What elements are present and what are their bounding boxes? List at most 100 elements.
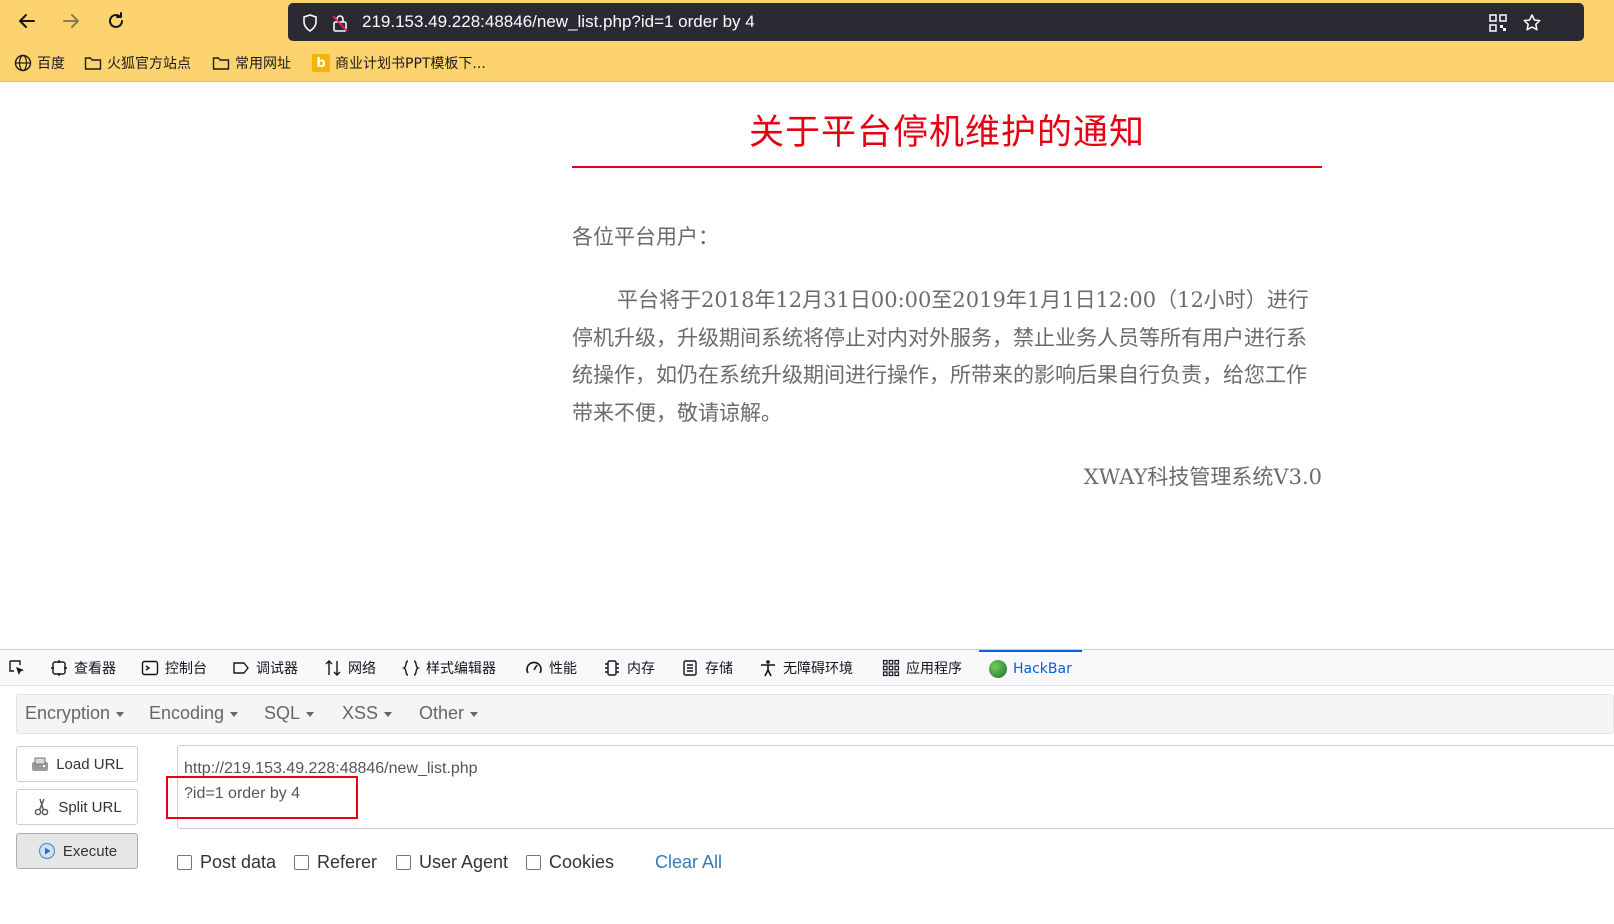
- notice-body: 各位平台用户： 平台将于2018年12月31日00:00至2019年1月1日12…: [572, 222, 1322, 492]
- url-line: ?id=1 order by 4: [184, 785, 301, 802]
- bookmarks-bar: 百度 火狐官方站点 常用网址 b 商业计划书PPT模板下...: [0, 42, 1614, 82]
- forward-button[interactable]: [58, 8, 84, 34]
- caret-down-icon: [470, 711, 479, 717]
- shield-icon[interactable]: [300, 13, 320, 33]
- accessibility-icon: [761, 660, 775, 677]
- clear-all-link[interactable]: Clear All: [655, 852, 722, 873]
- console-icon: [141, 660, 159, 676]
- cookies-option[interactable]: Cookies: [526, 852, 614, 873]
- caret-down-icon: [306, 711, 315, 717]
- tab-label: 控制台: [165, 661, 207, 677]
- memory-icon: [605, 660, 619, 676]
- back-button[interactable]: [14, 8, 40, 34]
- tab-debugger[interactable]: 调试器: [232, 650, 298, 686]
- arrow-right-icon: [63, 14, 79, 28]
- button-label: Split URL: [58, 798, 122, 816]
- tab-hackbar[interactable]: HackBar: [979, 650, 1082, 686]
- page-title: 关于平台停机维护的通知: [748, 113, 1145, 153]
- menu-other[interactable]: Other: [419, 703, 479, 724]
- load-icon: [32, 757, 49, 771]
- title-divider: [572, 166, 1322, 168]
- arrow-left-icon: [19, 14, 35, 28]
- referer-option[interactable]: Referer: [294, 852, 377, 873]
- menu-label: Encryption: [25, 703, 111, 723]
- tab-label: 性能: [549, 661, 577, 677]
- caret-down-icon: [230, 711, 239, 717]
- hackbar-icon: [989, 660, 1007, 678]
- menu-encoding[interactable]: Encoding: [149, 703, 239, 724]
- folder-icon: [84, 57, 102, 70]
- menu-label: XSS: [342, 703, 379, 723]
- tab-network[interactable]: 网络: [324, 650, 376, 686]
- bookmark-ppt-template[interactable]: b 商业计划书PPT模板下...: [312, 52, 486, 74]
- option-label: Referer: [317, 852, 378, 872]
- tab-storage[interactable]: 存储: [681, 650, 733, 686]
- performance-icon: [526, 661, 542, 674]
- tab-performance[interactable]: 性能: [525, 650, 577, 686]
- application-icon: [882, 659, 900, 677]
- qr-code-icon[interactable]: [1488, 13, 1508, 33]
- reload-button[interactable]: [103, 8, 129, 34]
- user-agent-checkbox[interactable]: [396, 855, 411, 870]
- tab-label: 存储: [705, 661, 733, 677]
- scissors-icon: [35, 798, 49, 816]
- split-url-button[interactable]: Split URL: [16, 789, 138, 825]
- caret-down-icon: [116, 711, 125, 717]
- cookies-checkbox[interactable]: [526, 855, 541, 870]
- load-url-button[interactable]: Load URL: [16, 746, 138, 782]
- tab-label: 调试器: [256, 661, 298, 677]
- address-bar[interactable]: 219.153.49.228:48846/new_list.php?id=1 o…: [288, 3, 1584, 41]
- tab-label: 查看器: [74, 661, 116, 677]
- button-label: Load URL: [56, 755, 124, 773]
- folder-icon: [212, 57, 230, 70]
- devtools-panel: 查看器 控制台 调试器 网络 样式编辑器 性能 内存 存储 无障碍环境 应用程序…: [0, 649, 1614, 924]
- tab-label: 样式编辑器: [426, 661, 496, 677]
- caret-down-icon: [384, 711, 393, 717]
- menu-encryption[interactable]: Encryption: [25, 703, 125, 724]
- tab-label: 内存: [627, 661, 655, 677]
- element-picker-button[interactable]: [8, 650, 26, 686]
- url-text[interactable]: 219.153.49.228:48846/new_list.php?id=1 o…: [362, 12, 755, 32]
- greeting: 各位平台用户：: [572, 225, 719, 249]
- bookmark-label: 常用网址: [235, 56, 291, 72]
- tab-label: 无障碍环境: [783, 661, 853, 677]
- tab-style-editor[interactable]: 样式编辑器: [402, 650, 496, 686]
- option-label: User Agent: [419, 852, 509, 872]
- execute-button[interactable]: Execute: [16, 833, 138, 869]
- globe-icon: [14, 54, 32, 72]
- devtools-tabbar: 查看器 控制台 调试器 网络 样式编辑器 性能 内存 存储 无障碍环境 应用程序…: [0, 650, 1614, 686]
- menu-label: Encoding: [149, 703, 225, 723]
- button-label: Execute: [62, 842, 118, 860]
- tab-inspector[interactable]: 查看器: [50, 650, 116, 686]
- tab-application[interactable]: 应用程序: [882, 650, 962, 686]
- menu-sql[interactable]: SQL: [264, 703, 315, 724]
- menu-label: Other: [419, 703, 465, 723]
- style-editor-icon: [402, 660, 420, 676]
- post-data-checkbox[interactable]: [177, 855, 192, 870]
- option-label: Post data: [200, 852, 277, 872]
- tab-accessibility[interactable]: 无障碍环境: [759, 650, 853, 686]
- bookmark-label: 火狐官方站点: [107, 56, 191, 72]
- hackbar-url-textarea[interactable]: http://219.153.49.228:48846/new_list.php…: [177, 745, 1614, 829]
- signature: XWAY科技管理系统V3.0: [1083, 465, 1322, 489]
- bookmark-star-icon[interactable]: [1522, 13, 1542, 33]
- url-line: http://219.153.49.228:48846/new_list.php: [184, 760, 478, 777]
- post-data-option[interactable]: Post data: [177, 852, 276, 873]
- option-label: Cookies: [549, 852, 615, 872]
- reload-icon: [109, 12, 123, 28]
- inspector-icon: [51, 660, 67, 676]
- tab-console[interactable]: 控制台: [141, 650, 207, 686]
- referer-checkbox[interactable]: [294, 855, 309, 870]
- bookmark-baidu[interactable]: 百度: [14, 52, 65, 74]
- network-icon: [325, 660, 341, 676]
- menu-xss[interactable]: XSS: [342, 703, 393, 724]
- tab-memory[interactable]: 内存: [603, 650, 655, 686]
- tab-label: HackBar: [1013, 661, 1072, 677]
- insecure-lock-icon[interactable]: [330, 13, 350, 33]
- hackbar-menu: Encryption Encoding SQL XSS Other: [16, 694, 1614, 734]
- bookmark-common-sites[interactable]: 常用网址: [212, 52, 291, 74]
- bookmark-firefox-official[interactable]: 火狐官方站点: [84, 52, 191, 74]
- user-agent-option[interactable]: User Agent: [396, 852, 508, 873]
- storage-icon: [683, 660, 697, 676]
- tab-label: 网络: [348, 661, 376, 677]
